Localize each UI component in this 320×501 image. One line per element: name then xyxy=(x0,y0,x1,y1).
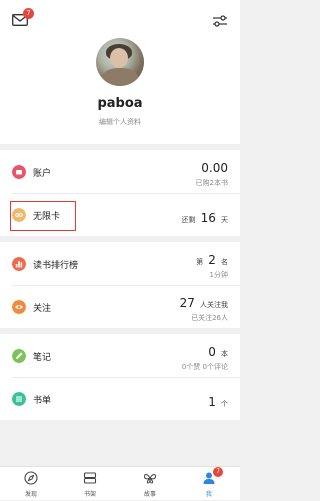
social-card: 读书排行榜 第 2 名 1分钟 关注 27 人关注我 已关注26人 xyxy=(0,242,240,328)
notes-count: 0 xyxy=(208,345,216,359)
username: paboa xyxy=(97,96,143,111)
list-icon xyxy=(12,392,26,406)
bookshelf-icon xyxy=(83,472,97,484)
settings-sliders-icon[interactable] xyxy=(212,14,228,28)
me-badge: 7 xyxy=(213,467,223,477)
tab-me[interactable]: 7 我 xyxy=(185,467,233,501)
ranking-time: 1分钟 xyxy=(209,271,228,279)
mail-badge: 7 xyxy=(23,8,34,19)
compass-icon xyxy=(24,471,38,485)
ranking-row[interactable]: 读书排行榜 第 2 名 1分钟 xyxy=(0,242,240,286)
booklist-label: 书单 xyxy=(33,396,52,406)
tab-bookshelf[interactable]: 书架 xyxy=(66,467,114,501)
account-purchased: 已购2本书 xyxy=(195,179,228,187)
notes-label: 笔记 xyxy=(33,353,52,363)
tab-discover-label: 发现 xyxy=(24,491,37,498)
bottom-tab-bar: 发现 书架 故事 7 我 xyxy=(0,466,240,500)
follow-row[interactable]: 关注 27 人关注我 已关注26人 xyxy=(0,285,240,329)
avatar[interactable] xyxy=(96,38,144,86)
content-card: 笔记 0 本 0个赞 0个评论 书单 1 个 xyxy=(0,334,240,420)
unlimited-days: 16 xyxy=(200,211,216,225)
notes-unit: 本 xyxy=(221,350,228,358)
pen-icon xyxy=(12,349,26,363)
following-count: 已关注26人 xyxy=(191,314,228,322)
ranking-unit: 名 xyxy=(221,258,228,266)
notes-stats: 0个赞 0个评论 xyxy=(181,363,228,371)
account-row[interactable]: 账户 0.00 已购2本书 xyxy=(0,150,240,194)
booklist-unit: 个 xyxy=(221,400,228,408)
followers-unit: 人关注我 xyxy=(200,301,228,309)
account-balance: 0.00 xyxy=(201,161,228,175)
followers-count: 27 xyxy=(179,296,195,310)
tab-bookshelf-label: 书架 xyxy=(83,491,96,498)
tab-stories[interactable]: 故事 xyxy=(126,467,174,501)
ranking-prefix: 第 xyxy=(196,258,204,266)
account-label: 账户 xyxy=(33,169,52,179)
tab-me-label: 我 xyxy=(205,491,212,498)
ranking-label: 读书排行榜 xyxy=(33,261,79,271)
ranking-icon xyxy=(12,257,26,271)
unlimited-unit: 天 xyxy=(221,216,228,224)
tab-discover[interactable]: 发现 xyxy=(7,467,55,501)
tab-stories-label: 故事 xyxy=(143,491,156,498)
eye-icon xyxy=(12,300,26,314)
wallet-icon xyxy=(12,165,26,179)
butterfly-icon xyxy=(143,474,157,484)
follow-label: 关注 xyxy=(33,304,52,314)
highlight-box xyxy=(10,201,76,231)
edit-profile-link[interactable]: 编辑个人资料 xyxy=(0,117,240,127)
profile-header: 7 paboa 编辑个人资料 xyxy=(0,0,240,144)
booklist-row[interactable]: 书单 1 个 xyxy=(0,377,240,421)
unlimited-prefix: 还剩 xyxy=(181,216,196,224)
notes-row[interactable]: 笔记 0 本 0个赞 0个评论 xyxy=(0,334,240,378)
ranking-position: 2 xyxy=(208,253,216,267)
booklist-count: 1 xyxy=(208,395,216,409)
